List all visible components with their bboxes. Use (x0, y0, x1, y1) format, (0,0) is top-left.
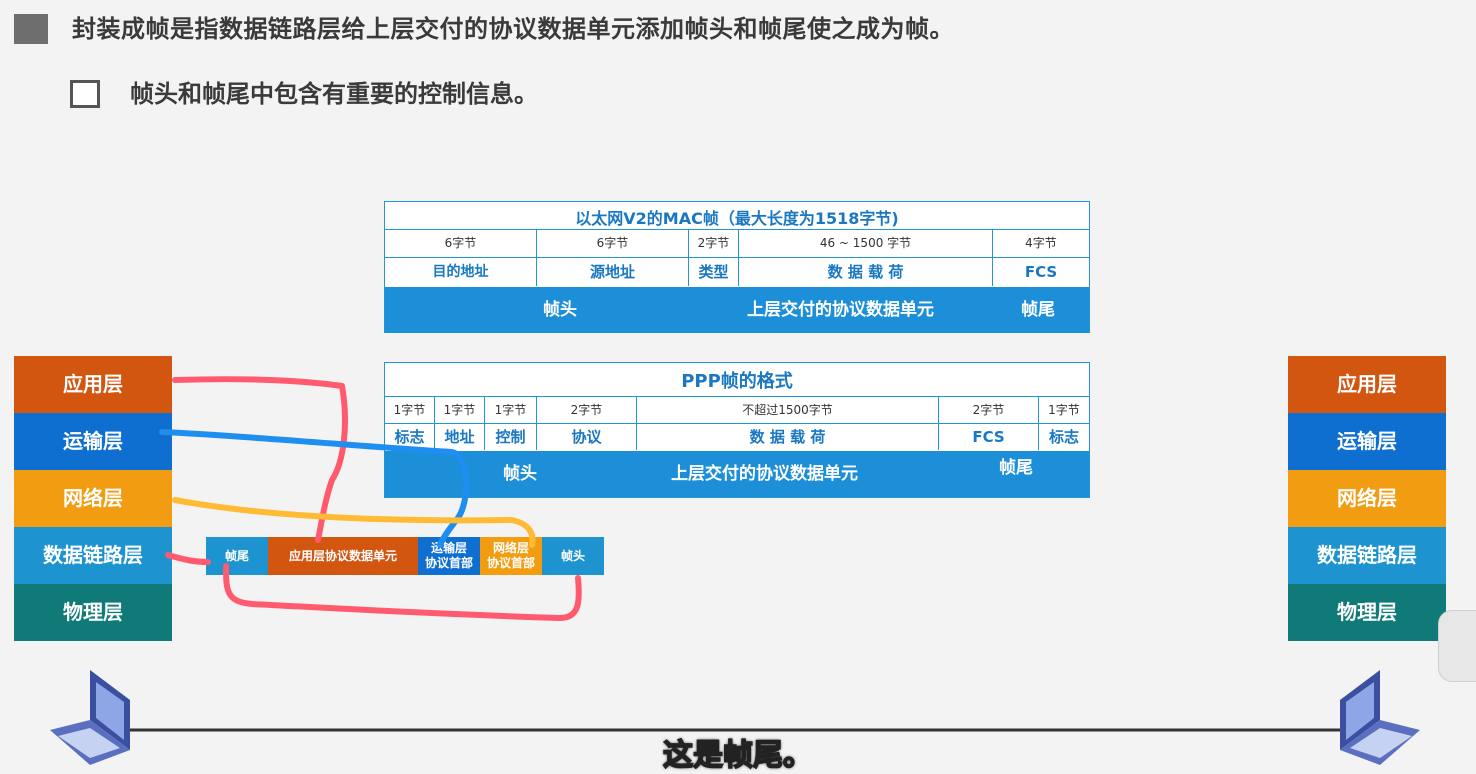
video-subtitle: 这是帧尾。 (662, 737, 814, 774)
red-datalink-stroke (165, 552, 211, 565)
side-floating-icon[interactable] (1438, 610, 1476, 682)
yellow-network-stroke (172, 497, 536, 548)
blue-transport-stroke (159, 429, 470, 548)
red-frame-underline (223, 563, 582, 621)
